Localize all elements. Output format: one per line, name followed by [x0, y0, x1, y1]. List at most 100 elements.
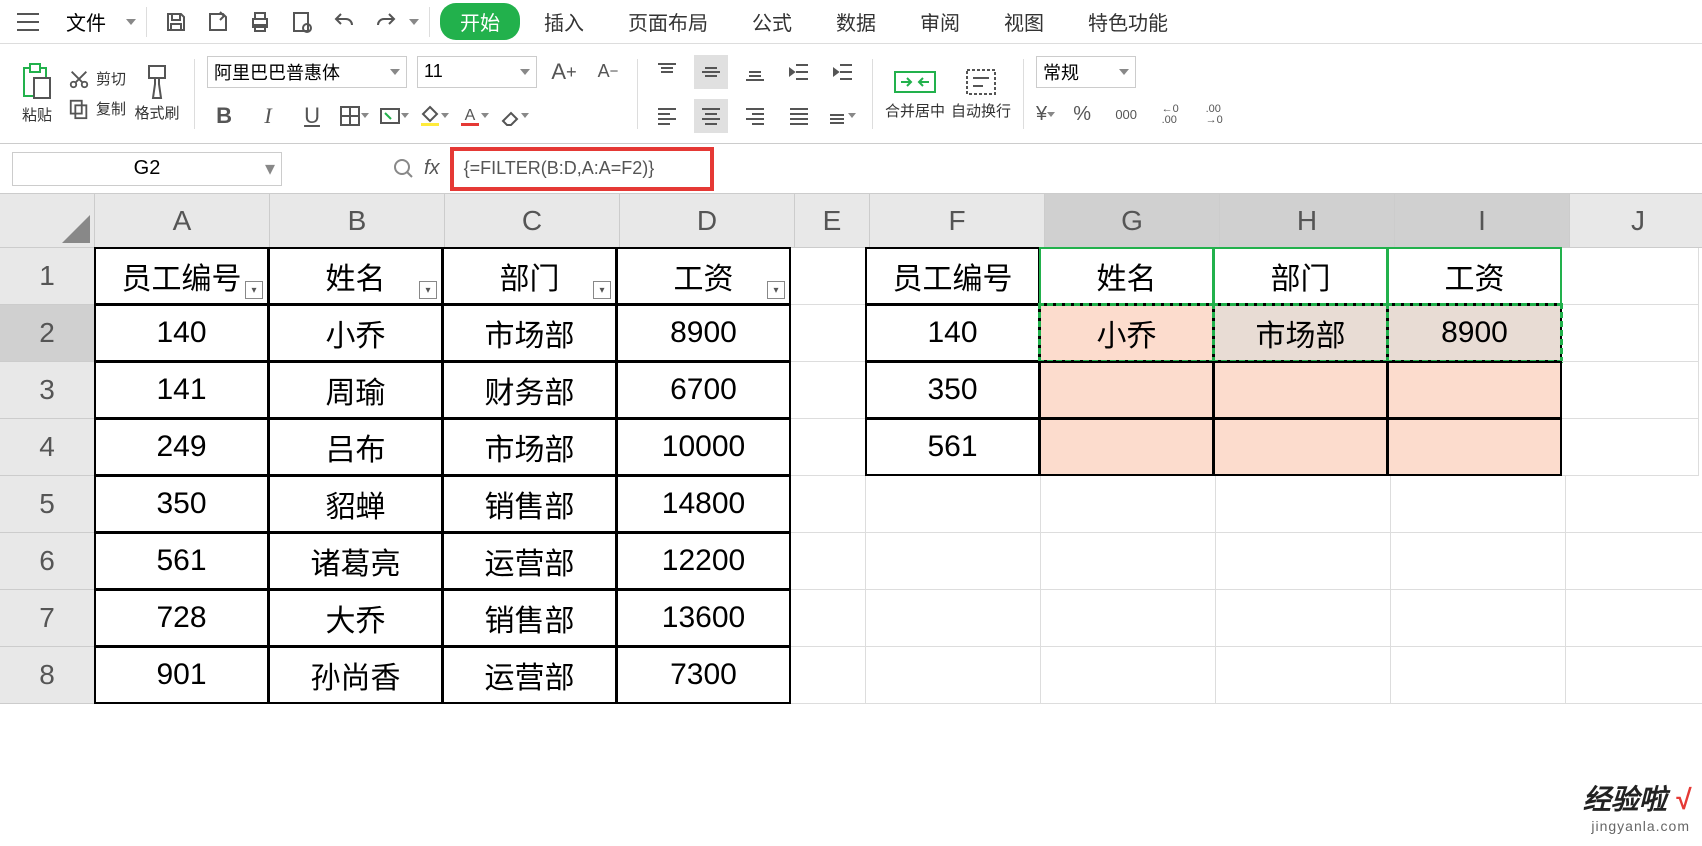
increase-font-icon[interactable]: A+ [547, 55, 581, 89]
cell[interactable] [1216, 590, 1391, 647]
cell[interactable]: 员工编号 [865, 247, 1040, 305]
cell[interactable]: 7300 [616, 646, 791, 704]
cell[interactable]: 财务部 [442, 361, 617, 419]
filter-icon[interactable]: ▾ [767, 281, 785, 299]
font-size-select[interactable]: 11 [417, 56, 537, 88]
cell[interactable]: 部门 [1213, 247, 1388, 305]
align-bottom-icon[interactable] [738, 55, 772, 89]
redo-icon[interactable] [367, 3, 405, 41]
row-header[interactable]: 2 [0, 305, 95, 362]
cell[interactable] [1216, 476, 1391, 533]
cell[interactable]: 吕布 [268, 418, 443, 476]
cell[interactable] [1041, 647, 1216, 704]
number-format-select[interactable]: 常规 [1036, 56, 1136, 88]
cell[interactable] [791, 362, 866, 419]
cell[interactable] [1039, 361, 1214, 419]
cell[interactable]: 姓名▾ [268, 247, 443, 305]
cell[interactable] [1391, 476, 1566, 533]
zoom-icon[interactable] [392, 157, 416, 181]
print-icon[interactable] [241, 3, 279, 41]
tab-view[interactable]: 视图 [984, 3, 1064, 40]
eraser-icon[interactable] [499, 105, 529, 127]
col-header[interactable]: C [445, 194, 620, 248]
decrease-decimal-icon[interactable]: ←0 .00 [1153, 98, 1187, 132]
row-header[interactable]: 4 [0, 419, 95, 476]
cell[interactable]: 部门▾ [442, 247, 617, 305]
cell[interactable] [1216, 647, 1391, 704]
cell[interactable] [1566, 533, 1702, 590]
fill-color-icon[interactable] [419, 105, 449, 127]
cell[interactable] [1391, 647, 1566, 704]
print-preview-icon[interactable] [283, 3, 321, 41]
cell[interactable] [1562, 248, 1699, 305]
save-icon[interactable] [157, 3, 195, 41]
row-header[interactable]: 7 [0, 590, 95, 647]
cell[interactable] [1566, 647, 1702, 704]
cell[interactable]: 8900 [616, 304, 791, 362]
cell[interactable] [1387, 361, 1562, 419]
cell[interactable]: 350 [94, 475, 269, 533]
cell[interactable] [866, 647, 1041, 704]
wrap-text-button[interactable]: 自动换行 [951, 66, 1011, 121]
tab-page-layout[interactable]: 页面布局 [608, 3, 728, 40]
cell[interactable] [1562, 305, 1699, 362]
cell[interactable] [866, 533, 1041, 590]
cell[interactable]: 市场部 [442, 304, 617, 362]
cell[interactable] [1213, 418, 1388, 476]
cell[interactable]: 12200 [616, 532, 791, 590]
cell[interactable]: 市场部 [442, 418, 617, 476]
fx-icon[interactable]: fx [424, 157, 440, 180]
cell[interactable] [1216, 533, 1391, 590]
cell[interactable]: 140 [94, 304, 269, 362]
align-middle-icon[interactable] [694, 55, 728, 89]
file-menu[interactable]: 文件 [50, 7, 122, 36]
name-box[interactable]: G2 ▾ [12, 152, 282, 186]
cut-button[interactable]: 剪切 [68, 68, 126, 90]
cell[interactable]: 工资 [1387, 247, 1562, 305]
save-as-icon[interactable] [199, 3, 237, 41]
align-top-icon[interactable] [650, 55, 684, 89]
cell[interactable]: 140 [865, 304, 1040, 362]
row-header[interactable]: 5 [0, 476, 95, 533]
cell[interactable] [791, 419, 866, 476]
cell[interactable]: 561 [865, 418, 1040, 476]
col-header[interactable]: E [795, 194, 870, 248]
undo-icon[interactable] [325, 3, 363, 41]
cell[interactable]: 901 [94, 646, 269, 704]
tab-start[interactable]: 开始 [440, 3, 520, 40]
tab-insert[interactable]: 插入 [524, 3, 604, 40]
cell[interactable] [866, 590, 1041, 647]
cell[interactable]: 249 [94, 418, 269, 476]
cell[interactable]: 14800 [616, 475, 791, 533]
currency-icon[interactable]: ¥ [1036, 103, 1055, 126]
cell[interactable] [1391, 533, 1566, 590]
col-header[interactable]: B [270, 194, 445, 248]
cell[interactable] [1213, 361, 1388, 419]
row-header[interactable]: 8 [0, 647, 95, 704]
cell[interactable] [791, 590, 866, 647]
decrease-font-icon[interactable]: A− [591, 55, 625, 89]
orientation-icon[interactable] [826, 105, 856, 127]
cell[interactable] [1562, 362, 1699, 419]
justify-icon[interactable] [782, 99, 816, 133]
underline-icon[interactable]: U [295, 99, 329, 133]
col-header[interactable]: G [1045, 194, 1220, 248]
col-header[interactable]: F [870, 194, 1045, 248]
col-header[interactable]: H [1220, 194, 1395, 248]
cell[interactable]: 大乔 [268, 589, 443, 647]
merge-center-button[interactable]: 合并居中 [885, 66, 945, 121]
cell[interactable]: 运营部 [442, 532, 617, 590]
cell[interactable] [1562, 419, 1699, 476]
paste-button[interactable]: 粘贴 [12, 62, 62, 125]
copy-button[interactable]: 复制 [68, 98, 126, 120]
increase-indent-icon[interactable] [826, 55, 860, 89]
align-center-icon[interactable] [694, 99, 728, 133]
cell[interactable] [1039, 418, 1214, 476]
cell[interactable]: 6700 [616, 361, 791, 419]
format-painter-button[interactable]: 格式刷 [132, 64, 182, 123]
col-header[interactable]: J [1570, 194, 1702, 248]
col-header[interactable]: I [1395, 194, 1570, 248]
cell[interactable] [791, 533, 866, 590]
cell[interactable]: 员工编号▾ [94, 247, 269, 305]
cell[interactable] [1041, 533, 1216, 590]
